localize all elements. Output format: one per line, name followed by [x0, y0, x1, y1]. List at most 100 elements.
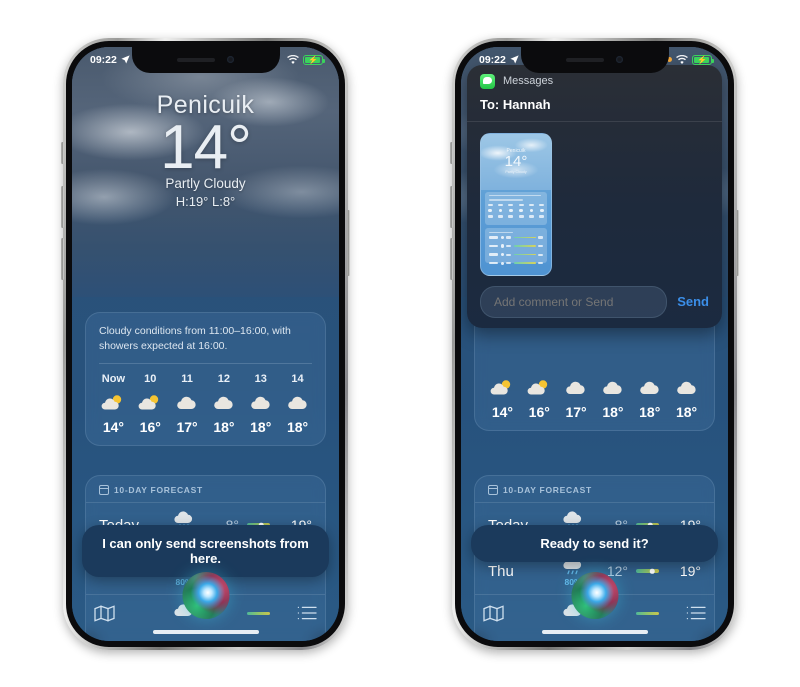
day-high-temp: 19° [679, 563, 701, 579]
send-button[interactable]: Send [677, 294, 709, 309]
right-phone-screen: . . 14° . 16° [461, 46, 728, 641]
current-temp-dot [649, 568, 655, 574]
left-phone-screen: Penicuik 14° Partly Cloudy H:19° L:8° Cl… [72, 46, 339, 641]
cloud-icon [668, 375, 705, 401]
siri-orb[interactable] [571, 571, 618, 619]
front-camera [227, 56, 234, 63]
right-phone: . . 14° . 16° [450, 37, 739, 650]
home-indicator[interactable] [152, 629, 259, 634]
calendar-icon [99, 484, 109, 495]
hour-temp: 14° [491, 403, 513, 420]
hour-temp: 17° [565, 403, 587, 420]
comment-input[interactable] [480, 285, 668, 318]
hour-item[interactable]: Now 14° [95, 364, 132, 435]
thumbnail-temp: 14° [504, 152, 528, 170]
status-time: 09:22 [479, 53, 506, 66]
left-phone: Penicuik 14° Partly Cloudy H:19° L:8° Cl… [61, 37, 350, 650]
hour-temp: 18° [639, 403, 661, 420]
day-name: Thu [488, 562, 514, 580]
hour-temp: 18° [675, 403, 698, 420]
cloud-icon [594, 375, 631, 401]
hour-label: Now [101, 372, 126, 385]
map-icon[interactable] [94, 604, 115, 627]
front-camera [616, 56, 623, 63]
thumbnail-condition: Partly Cloudy [505, 169, 527, 174]
list-icon[interactable] [686, 605, 706, 626]
battery-charging-icon: ⚡ [303, 54, 325, 65]
hour-temp: 18° [286, 418, 309, 435]
power-button[interactable] [736, 209, 739, 276]
notch [131, 46, 280, 73]
hour-label: 12 [217, 372, 231, 385]
hour-temp: 17° [176, 418, 198, 435]
temperature-range-bar [636, 568, 659, 574]
thumbnail-daily-card [485, 227, 547, 265]
siri-response-bubble: Ready to send it? [471, 524, 718, 562]
silent-switch[interactable] [450, 141, 453, 164]
daily-forecast-header: 10-DAY FORECAST [475, 484, 714, 502]
high-low-temperature: H:19° L:8° [175, 194, 236, 210]
current-temperature: 14° [160, 112, 252, 182]
message-input-row: Send [467, 285, 722, 318]
battery-charging-icon: ⚡ [692, 54, 714, 65]
hour-temp: 18° [602, 403, 624, 420]
hour-item[interactable]: . 18° [668, 349, 705, 420]
siri-orb[interactable] [182, 571, 229, 619]
hour-item[interactable]: . 18° [631, 349, 668, 420]
hour-item[interactable]: 11 17° [169, 364, 206, 435]
hour-temp: 18° [213, 418, 235, 435]
weather-screenshot-thumbnail[interactable]: Penicuik 14° Partly Cloudy [480, 132, 552, 276]
sun-behind-cloud-icon [484, 375, 521, 401]
hour-label: 14 [291, 372, 304, 385]
volume-up-button[interactable] [61, 185, 64, 228]
hour-item[interactable]: 13 18° [242, 364, 279, 435]
messages-compose-sheet: Messages To: Hannah Penicuik 14° Partly … [467, 64, 722, 328]
hour-item[interactable]: 14 18° [279, 364, 316, 435]
wifi-icon [287, 54, 299, 65]
hour-label: 10 [144, 372, 157, 385]
hour-item[interactable]: 12 18° [205, 364, 242, 435]
hour-temp: 18° [250, 418, 272, 435]
hour-item[interactable]: . 14° [484, 349, 521, 420]
wifi-icon [676, 54, 688, 65]
hour-temp: 16° [139, 418, 161, 435]
home-indicator[interactable] [541, 629, 648, 634]
volume-down-button[interactable] [450, 237, 453, 280]
list-icon[interactable] [297, 605, 317, 626]
hour-temp: 16° [528, 403, 550, 420]
cloud-icon [631, 375, 668, 401]
earpiece-speaker [177, 57, 215, 62]
hour-label: 13 [254, 372, 267, 385]
volume-up-button[interactable] [450, 185, 453, 228]
hourly-row: Now 14° 10 16° 11 17° 12 18° 13 18° 14 1… [86, 364, 325, 435]
map-icon[interactable] [483, 604, 504, 627]
hourly-forecast-card[interactable]: . . 14° . 16° [474, 311, 715, 431]
daily-header-label: 10-DAY FORECAST [503, 484, 592, 495]
hour-item[interactable]: 10 16° [132, 364, 169, 435]
power-button[interactable] [347, 209, 350, 276]
cloud-icon [169, 390, 206, 416]
screenshot-stage: Penicuik 14° Partly Cloudy H:19° L:8° Cl… [0, 0, 800, 687]
thumbnail-hourly-card [485, 191, 547, 225]
hour-item[interactable]: . 17° [558, 349, 595, 420]
cloud-icon [279, 390, 316, 416]
location-arrow-icon [510, 55, 519, 64]
hour-item[interactable]: . 18° [594, 349, 631, 420]
daily-header-label: 10-DAY FORECAST [114, 484, 203, 495]
hourly-forecast-card[interactable]: Cloudy conditions from 11:00–16:00, with… [85, 311, 326, 446]
cloud-icon [558, 375, 595, 401]
daily-forecast-header: 10-DAY FORECAST [86, 484, 325, 502]
current-condition: Partly Cloudy [165, 176, 246, 192]
notch [520, 46, 669, 73]
message-attachment-area: Penicuik 14° Partly Cloudy [467, 122, 722, 286]
hour-item[interactable]: . 16° [521, 349, 558, 420]
siri-response-bubble: I can only send screenshots from here. [82, 524, 329, 577]
messages-app-header: Messages [467, 73, 722, 97]
sun-behind-cloud-icon [521, 375, 558, 401]
volume-down-button[interactable] [61, 237, 64, 280]
sun-behind-cloud-icon [132, 390, 169, 416]
silent-switch[interactable] [61, 141, 64, 164]
hour-label: 11 [181, 372, 193, 385]
location-arrow-icon [121, 55, 130, 64]
forecast-summary: Cloudy conditions from 11:00–16:00, with… [99, 324, 291, 352]
